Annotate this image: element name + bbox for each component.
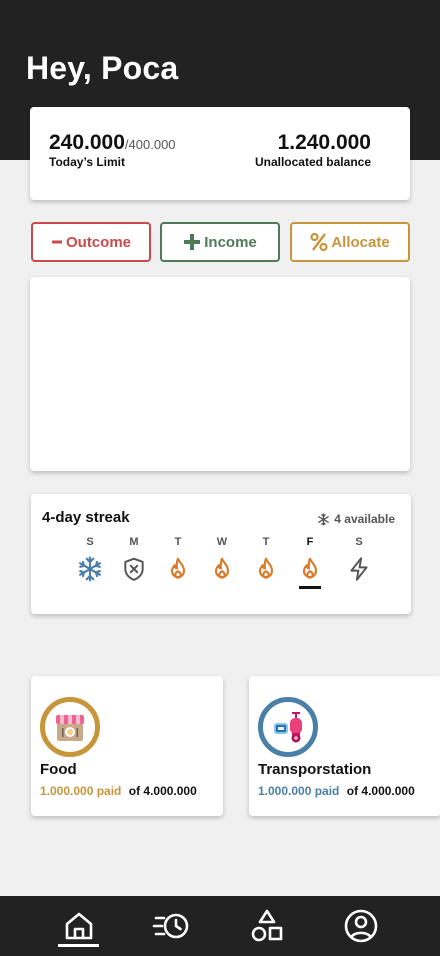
category-paid: 1.000.000 paid — [40, 784, 122, 798]
category-name: Food — [40, 761, 77, 778]
minus-icon — [51, 240, 62, 244]
income-button-label: Income — [204, 233, 257, 251]
category-amount: 1.000.000 paid of 4.000.000 — [258, 784, 415, 798]
nav-home[interactable] — [57, 904, 101, 948]
outcome-button[interactable]: Outcome — [31, 222, 151, 262]
streak-day-saturday: S — [344, 536, 374, 582]
streak-title: 4-day streak — [42, 509, 130, 526]
snowflake-icon — [79, 556, 101, 582]
category-paid: 1.000.000 paid — [258, 784, 340, 798]
allocate-button[interactable]: Allocate — [290, 222, 410, 262]
category-icon-ring — [258, 697, 318, 757]
nav-history[interactable] — [150, 904, 194, 948]
day-label: F — [306, 536, 314, 548]
empty-content-card — [30, 277, 410, 471]
streak-day-friday: F — [295, 536, 325, 589]
unallocated-balance-label: Unallocated balance — [254, 155, 371, 169]
day-label: M — [129, 536, 139, 548]
flame-icon — [214, 557, 230, 579]
flame-icon — [258, 557, 274, 579]
streak-card: 4-day streak 4 available S M T W T F S — [31, 494, 411, 614]
category-name: Transporstation — [258, 761, 372, 778]
streak-day-wednesday: W — [207, 536, 237, 582]
day-label: T — [174, 536, 182, 548]
category-card-transportation[interactable]: Transporstation 1.000.000 paid of 4.000.… — [249, 676, 440, 816]
category-total: of 4.000.000 — [346, 784, 415, 798]
shapes-icon — [251, 909, 283, 942]
category-amount: 1.000.000 paid of 4.000.000 — [40, 784, 197, 798]
nav-profile[interactable] — [339, 904, 383, 948]
bottom-navigation — [0, 896, 440, 956]
nav-categories[interactable] — [245, 904, 289, 948]
lightning-icon — [350, 557, 368, 581]
percent-icon — [310, 232, 328, 252]
category-icon-ring — [40, 697, 100, 757]
balance-summary-card: 240.000/400.000 Today’s Limit 1.240.000 … — [30, 107, 410, 200]
category-card-food[interactable]: Food 1.000.000 paid of 4.000.000 — [31, 676, 223, 816]
freeze-available: 4 available — [317, 512, 395, 526]
outcome-button-label: Outcome — [65, 233, 131, 251]
streak-day-thursday: T — [251, 536, 281, 582]
day-label: S — [86, 536, 94, 548]
day-label: S — [355, 536, 363, 548]
freeze-available-label: 4 available — [334, 512, 395, 526]
day-label: W — [216, 536, 228, 548]
history-icon — [152, 913, 189, 939]
streak-day-monday: M — [119, 536, 149, 582]
snowflake-icon — [318, 512, 330, 526]
flame-icon — [170, 557, 186, 579]
storefront-icon — [56, 715, 84, 741]
streak-day-sunday: S — [75, 536, 105, 582]
today-limit-max: /400.000 — [124, 137, 176, 152]
unallocated-balance-value: 1.240.000 — [277, 131, 371, 154]
today-limit-value: 240.000/400.000 — [49, 131, 176, 154]
greeting-title: Hey, Poca — [26, 50, 179, 86]
scooter-icon — [274, 712, 302, 743]
flame-icon — [302, 557, 318, 579]
shield-x-icon — [124, 557, 144, 581]
home-icon — [65, 912, 93, 940]
category-total: of 4.000.000 — [128, 784, 197, 798]
income-button[interactable]: Income — [160, 222, 280, 262]
today-indicator — [299, 586, 321, 589]
allocate-button-label: Allocate — [331, 233, 390, 251]
plus-icon — [184, 234, 201, 250]
streak-day-tuesday: T — [163, 536, 193, 582]
nav-active-indicator — [58, 944, 99, 947]
today-limit-label: Today’s Limit — [49, 155, 126, 169]
day-label: T — [262, 536, 270, 548]
profile-icon — [344, 909, 378, 943]
